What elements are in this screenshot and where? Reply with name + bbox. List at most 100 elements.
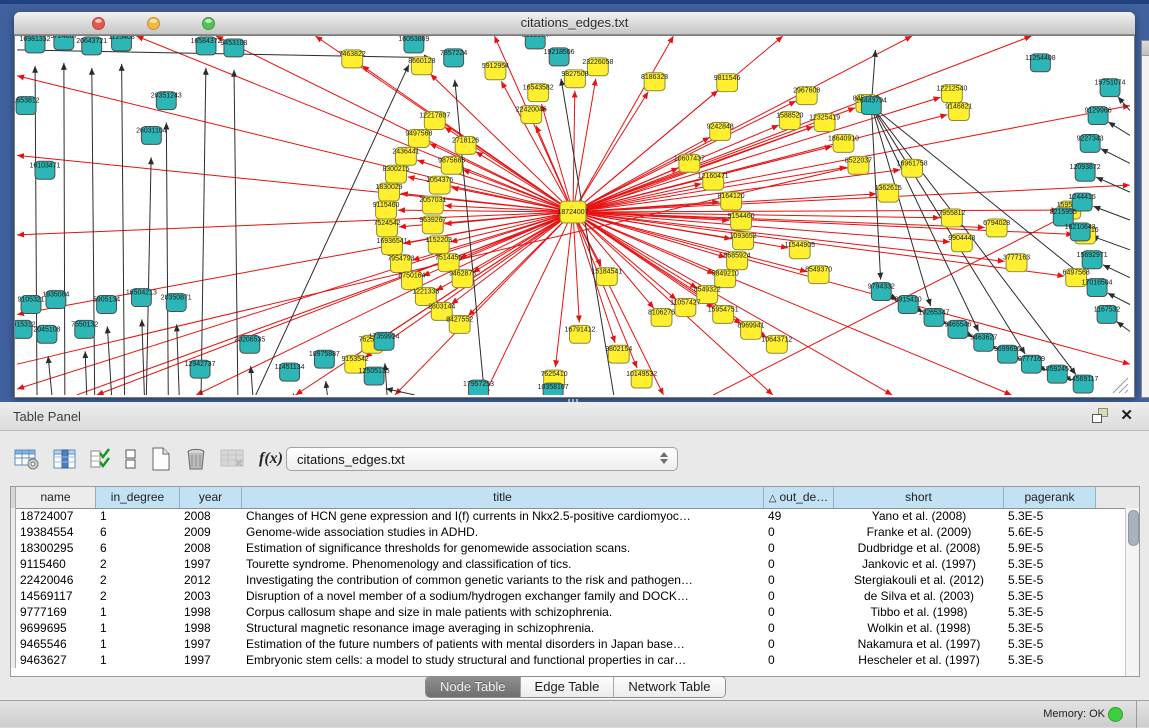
table-cell[interactable]: Estimation of significance thresholds fo… (242, 540, 764, 556)
table-cell[interactable]: 1 (96, 604, 180, 620)
table-cell[interactable]: Franke et al. (2009) (834, 524, 1004, 540)
close-panel-icon[interactable]: ✕ (1120, 408, 1133, 423)
float-panel-icon[interactable] (1092, 408, 1108, 423)
table-cell[interactable]: Disruption of a novel member of a sodium… (242, 588, 764, 604)
scrollbar-thumb[interactable] (1128, 510, 1139, 546)
clear-selection-icon[interactable] (125, 448, 137, 470)
column-visibility-icon[interactable] (53, 448, 77, 470)
table-cell[interactable]: 1997 (180, 556, 242, 572)
table-cell[interactable]: Nakamura et al. (1997) (834, 636, 1004, 652)
table-cell[interactable]: 5.3E-5 (1004, 588, 1096, 604)
column-header-pagerank[interactable]: pagerank (1004, 487, 1096, 508)
table-cell[interactable]: 5.3E-5 (1004, 508, 1096, 524)
delete-column-icon[interactable] (185, 447, 207, 471)
table-cell[interactable]: 0 (764, 556, 834, 572)
table-cell[interactable]: 5.5E-5 (1004, 572, 1096, 588)
new-column-icon[interactable] (150, 447, 172, 471)
table-cell[interactable]: 0 (764, 524, 834, 540)
table-cell[interactable]: 2 (96, 588, 180, 604)
table-cell[interactable]: Dudbridge et al. (2008) (834, 540, 1004, 556)
table-row[interactable]: 946554611997Estimation of the future num… (11, 636, 1125, 652)
table-cell[interactable]: 18300295 (16, 540, 96, 556)
column-header-title[interactable]: title (242, 487, 764, 508)
vertical-scrollbar[interactable] (1125, 508, 1139, 676)
table-cell[interactable]: Tourette syndrome. Phenomenology and cla… (242, 556, 764, 572)
table-cell[interactable]: 0 (764, 652, 834, 668)
tab-edge-table[interactable]: Edge Table (521, 677, 615, 697)
table-cell[interactable]: 2003 (180, 588, 242, 604)
table-cell[interactable]: Changes of HCN gene expression and I(f) … (242, 508, 764, 524)
table-cell[interactable]: 5.3E-5 (1004, 652, 1096, 668)
tab-network-table[interactable]: Network Table (614, 677, 724, 697)
table-cell[interactable]: 2008 (180, 540, 242, 556)
canvas-resize-grip[interactable] (1113, 378, 1128, 393)
row-selection-icon[interactable] (90, 448, 112, 470)
table-cell[interactable]: 1998 (180, 604, 242, 620)
table-row[interactable]: 1830029562008Estimation of significance … (11, 540, 1125, 556)
table-cell[interactable]: 19384554 (16, 524, 96, 540)
table-selector-dropdown[interactable]: citations_edges.txt (286, 447, 678, 471)
column-header-name[interactable]: name (16, 487, 96, 508)
table-cell[interactable]: 5.9E-5 (1004, 540, 1096, 556)
column-header-short[interactable]: short (834, 487, 1004, 508)
table-cell[interactable]: 5.3E-5 (1004, 620, 1096, 636)
table-cell[interactable]: 22420046 (16, 572, 96, 588)
table-cell[interactable]: 1997 (180, 652, 242, 668)
table-cell[interactable]: 1998 (180, 620, 242, 636)
table-cell[interactable]: 2 (96, 556, 180, 572)
table-cell[interactable]: Structural magnetic resonance image aver… (242, 620, 764, 636)
table-cell[interactable]: 1997 (180, 636, 242, 652)
table-cell[interactable]: 5.3E-5 (1004, 556, 1096, 572)
table-cell[interactable]: 49 (764, 508, 834, 524)
network-window-titlebar[interactable]: citations_edges.txt (14, 12, 1135, 35)
table-cell[interactable]: 9115460 (16, 556, 96, 572)
memory-status-icon[interactable] (1108, 707, 1123, 722)
function-builder-icon[interactable]: f(x) (259, 450, 283, 468)
table-cell[interactable]: Wolkin et al. (1998) (834, 620, 1004, 636)
table-cell[interactable]: 5.6E-5 (1004, 524, 1096, 540)
table-row[interactable]: 1872400712008Changes of HCN gene express… (11, 508, 1125, 524)
table-cell[interactable]: 2009 (180, 524, 242, 540)
table-row[interactable]: 2242004622012Investigating the contribut… (11, 572, 1125, 588)
table-cell[interactable]: 2008 (180, 508, 242, 524)
table-cell[interactable]: 0 (764, 588, 834, 604)
table-cell[interactable]: Genome-wide association studies in ADHD. (242, 524, 764, 540)
table-cell[interactable]: Stergiakouli et al. (2012) (834, 572, 1004, 588)
table-row[interactable]: 911546021997Tourette syndrome. Phenomeno… (11, 556, 1125, 572)
column-header-out_de[interactable]: △out_de… (764, 487, 834, 508)
table-cell[interactable]: 1 (96, 652, 180, 668)
table-cell[interactable]: 6 (96, 540, 180, 556)
table-cell[interactable]: 14569117 (16, 588, 96, 604)
table-cell[interactable]: 0 (764, 540, 834, 556)
table-row[interactable]: 1456911722003Disruption of a novel membe… (11, 588, 1125, 604)
table-mode-icon[interactable] (14, 448, 40, 470)
table-cell[interactable]: de Silva et al. (2003) (834, 588, 1004, 604)
table-cell[interactable]: Yano et al. (2008) (834, 508, 1004, 524)
table-row[interactable]: 946362711997Embryonic stem cells: a mode… (11, 652, 1125, 668)
table-cell[interactable]: Investigating the contribution of common… (242, 572, 764, 588)
network-canvas[interactable]: 1872400774638228660128591295423226058982… (14, 35, 1135, 398)
table-cell[interactable]: 5.3E-5 (1004, 604, 1096, 620)
table-row[interactable]: 977716911998Corpus callosum shape and si… (11, 604, 1125, 620)
column-header-year[interactable]: year (180, 487, 242, 508)
tab-node-table[interactable]: Node Table (426, 677, 521, 697)
table-cell[interactable]: 0 (764, 620, 834, 636)
table-cell[interactable]: 18724007 (16, 508, 96, 524)
table-cell[interactable]: 5.3E-5 (1004, 636, 1096, 652)
table-cell[interactable]: 1 (96, 620, 180, 636)
table-row[interactable]: 1938455462009Genome-wide association stu… (11, 524, 1125, 540)
table-cell[interactable]: Jankovic et al. (1997) (834, 556, 1004, 572)
table-cell[interactable]: Corpus callosum shape and size in male p… (242, 604, 764, 620)
table-cell[interactable]: 0 (764, 636, 834, 652)
table-cell[interactable]: Embryonic stem cells: a model to study s… (242, 652, 764, 668)
table-cell[interactable]: 1 (96, 636, 180, 652)
table-cell[interactable]: 9777169 (16, 604, 96, 620)
table-cell[interactable]: 2012 (180, 572, 242, 588)
table-cell[interactable]: Hescheler et al. (1997) (834, 652, 1004, 668)
table-cell[interactable]: 0 (764, 572, 834, 588)
table-cell[interactable]: 2 (96, 572, 180, 588)
table-cell[interactable]: 9699695 (16, 620, 96, 636)
table-cell[interactable]: Estimation of the future numbers of pati… (242, 636, 764, 652)
table-cell[interactable]: 0 (764, 604, 834, 620)
table-row[interactable]: 969969511998Structural magnetic resonanc… (11, 620, 1125, 636)
